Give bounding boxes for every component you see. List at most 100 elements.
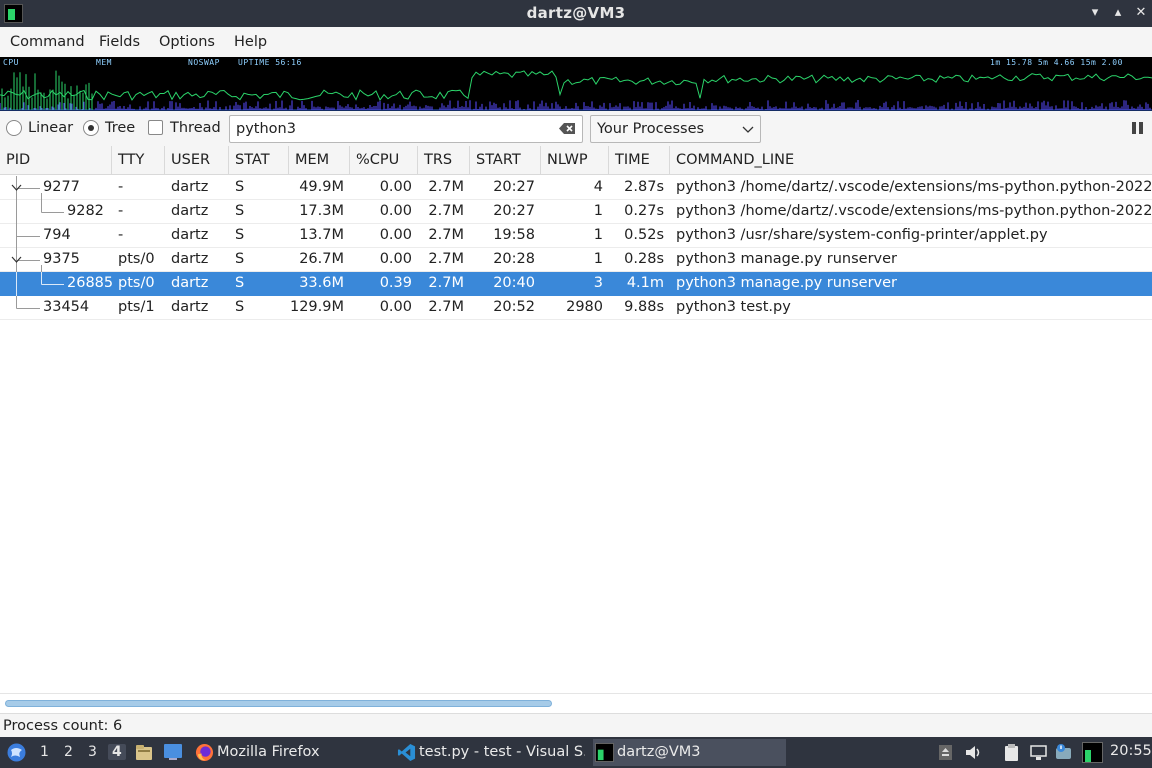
cell-nlwp: 3 bbox=[593, 275, 603, 291]
network-icon[interactable] bbox=[1029, 743, 1048, 762]
menu-command[interactable]: Command bbox=[10, 34, 85, 50]
table-row[interactable]: 26885 pts/0 dartz S 33.6M 0.39 2.7M 20:40 3 4.1m p… bbox=[0, 272, 1152, 296]
clear-icon[interactable] bbox=[559, 122, 576, 135]
cell-mem: 33.6M bbox=[299, 275, 344, 291]
cell-trs: 2.7M bbox=[428, 251, 464, 267]
graph-canvas bbox=[0, 70, 1152, 111]
column-header-start[interactable]: START bbox=[470, 146, 541, 175]
menu-options[interactable]: Options bbox=[159, 34, 215, 50]
cell-time: 0.28s bbox=[624, 251, 664, 267]
pause-icon[interactable] bbox=[1131, 121, 1145, 135]
cell-start: 20:40 bbox=[493, 275, 535, 291]
cell-nlwp: 1 bbox=[593, 251, 603, 267]
column-header-mem[interactable]: MEM bbox=[289, 146, 350, 175]
linear-label[interactable]: Linear bbox=[28, 120, 73, 136]
cell-time: 0.27s bbox=[624, 203, 664, 219]
cell-trs: 2.7M bbox=[428, 299, 464, 315]
clock[interactable]: 20:55 bbox=[1110, 743, 1152, 759]
tree-radio[interactable] bbox=[83, 120, 99, 136]
cell-tty: pts/0 bbox=[118, 275, 155, 291]
swap-label: NOSWAP bbox=[188, 58, 220, 67]
minimize-button[interactable]: ▾ bbox=[1086, 4, 1104, 22]
table-row[interactable]: 9375 pts/0 dartz S 26.7M 0.00 2.7M 20:28 1 0.28s p… bbox=[0, 248, 1152, 272]
tray-up-arrow-icon[interactable] bbox=[936, 743, 955, 762]
chevron-down-icon bbox=[742, 126, 754, 133]
cell-user: dartz bbox=[171, 227, 209, 243]
search-input[interactable]: python3 bbox=[229, 115, 583, 143]
cell-stat: S bbox=[235, 275, 245, 291]
file-manager-icon[interactable] bbox=[134, 742, 154, 762]
update-notifier-icon[interactable] bbox=[1054, 743, 1073, 762]
search-value: python3 bbox=[236, 121, 296, 137]
workspace-3[interactable]: 3 bbox=[88, 744, 97, 760]
maximize-button[interactable]: ▴ bbox=[1109, 4, 1127, 22]
thread-checkbox[interactable] bbox=[148, 120, 163, 135]
cell-tty: - bbox=[118, 203, 124, 219]
table-row[interactable]: 9277 - dartz S 49.9M 0.00 2.7M 20:27 4 2.87s pytho… bbox=[0, 176, 1152, 200]
memory-bars bbox=[0, 100, 1151, 110]
cell-tty: pts/0 bbox=[118, 251, 155, 267]
cell-time: 9.88s bbox=[624, 299, 664, 315]
menu-fields[interactable]: Fields bbox=[99, 34, 140, 50]
cell-cpu: 0.00 bbox=[379, 203, 412, 219]
linear-radio[interactable] bbox=[6, 120, 22, 136]
menu-bar: Command Fields Options Help bbox=[0, 27, 1152, 57]
cell-trs: 2.7M bbox=[428, 275, 464, 291]
column-header-nlwp[interactable]: NLWP bbox=[541, 146, 609, 175]
column-header-tty[interactable]: TTY bbox=[112, 146, 165, 175]
column-header-command-line[interactable]: COMMAND_LINE bbox=[670, 146, 1152, 175]
tree-connector bbox=[16, 272, 64, 296]
cell-stat: S bbox=[235, 179, 245, 195]
uptime-label: UPTIME 56:16 bbox=[238, 58, 302, 67]
workspace-4[interactable]: 4 bbox=[108, 744, 126, 760]
horizontal-scrollbar[interactable] bbox=[0, 693, 1152, 713]
cell-pid: 9282 bbox=[67, 203, 104, 219]
task-manager-tray-icon[interactable] bbox=[1082, 742, 1103, 763]
cell-pid: 794 bbox=[43, 227, 71, 243]
thread-label[interactable]: Thread bbox=[170, 120, 221, 136]
process-filter-select[interactable]: Your Processes bbox=[590, 115, 761, 143]
table-row[interactable]: 33454 pts/1 dartz S 129.9M 0.00 2.7M 20:52 2980 9… bbox=[0, 296, 1152, 320]
task-vscode[interactable]: test.py - test - Visual S... bbox=[395, 739, 585, 766]
window-title: dartz@VM3 bbox=[526, 4, 626, 22]
window-titlebar[interactable]: dartz@VM3 ▾ ▴ ✕ bbox=[0, 0, 1152, 27]
tree-label[interactable]: Tree bbox=[105, 120, 135, 136]
menu-help[interactable]: Help bbox=[234, 34, 267, 50]
cell-trs: 2.7M bbox=[428, 227, 464, 243]
clipboard-icon[interactable] bbox=[1002, 743, 1021, 762]
cell-tty: - bbox=[118, 179, 124, 195]
table-row[interactable]: 9282- dartz S 17.3M 0.00 2.7M 20:27 1 0.27s pytho… bbox=[0, 200, 1152, 224]
vscode-icon bbox=[397, 743, 416, 762]
cell-user: dartz bbox=[171, 299, 209, 315]
close-button[interactable]: ✕ bbox=[1132, 4, 1150, 22]
workspace-1[interactable]: 1 bbox=[40, 744, 49, 760]
column-header-time[interactable]: TIME bbox=[609, 146, 670, 175]
cell-stat: S bbox=[235, 227, 245, 243]
column-header-pid[interactable]: PID bbox=[0, 146, 112, 175]
task-task-manager[interactable]: dartz@VM3 bbox=[593, 739, 786, 766]
cell-time: 0.52s bbox=[624, 227, 664, 243]
cell-mem: 17.3M bbox=[299, 203, 344, 219]
cell-mem: 26.7M bbox=[299, 251, 344, 267]
workspace-2[interactable]: 2 bbox=[64, 744, 73, 760]
cell-nlwp: 4 bbox=[593, 179, 603, 195]
cell-trs: 2.7M bbox=[428, 179, 464, 195]
column-header-cpu[interactable]: %CPU bbox=[350, 146, 418, 175]
cell-command-line: python3 /usr/share/system-config-printer… bbox=[676, 227, 1048, 243]
table-row[interactable]: 794 - dartz S 13.7M 0.00 2.7M 19:58 1 0.52s python… bbox=[0, 224, 1152, 248]
task-manager-icon bbox=[595, 743, 614, 762]
column-header-user[interactable]: USER bbox=[165, 146, 229, 175]
scrollbar-thumb[interactable] bbox=[5, 700, 552, 707]
volume-icon[interactable] bbox=[964, 743, 983, 762]
process-table-body: 9277 - dartz S 49.9M 0.00 2.7M 20:27 4 2.87s pytho… bbox=[0, 176, 1152, 696]
status-bar: Process count: 6 bbox=[0, 713, 1152, 737]
cpu-line bbox=[0, 70, 1152, 101]
show-desktop-icon[interactable] bbox=[163, 743, 183, 761]
start-menu-icon[interactable] bbox=[6, 742, 27, 763]
column-header-trs[interactable]: TRS bbox=[418, 146, 470, 175]
cell-start: 20:27 bbox=[493, 203, 535, 219]
cell-stat: S bbox=[235, 299, 245, 315]
task-firefox[interactable]: Mozilla Firefox bbox=[193, 739, 383, 766]
task-label: test.py - test - Visual S... bbox=[419, 744, 585, 760]
column-header-stat[interactable]: STAT bbox=[229, 146, 289, 175]
